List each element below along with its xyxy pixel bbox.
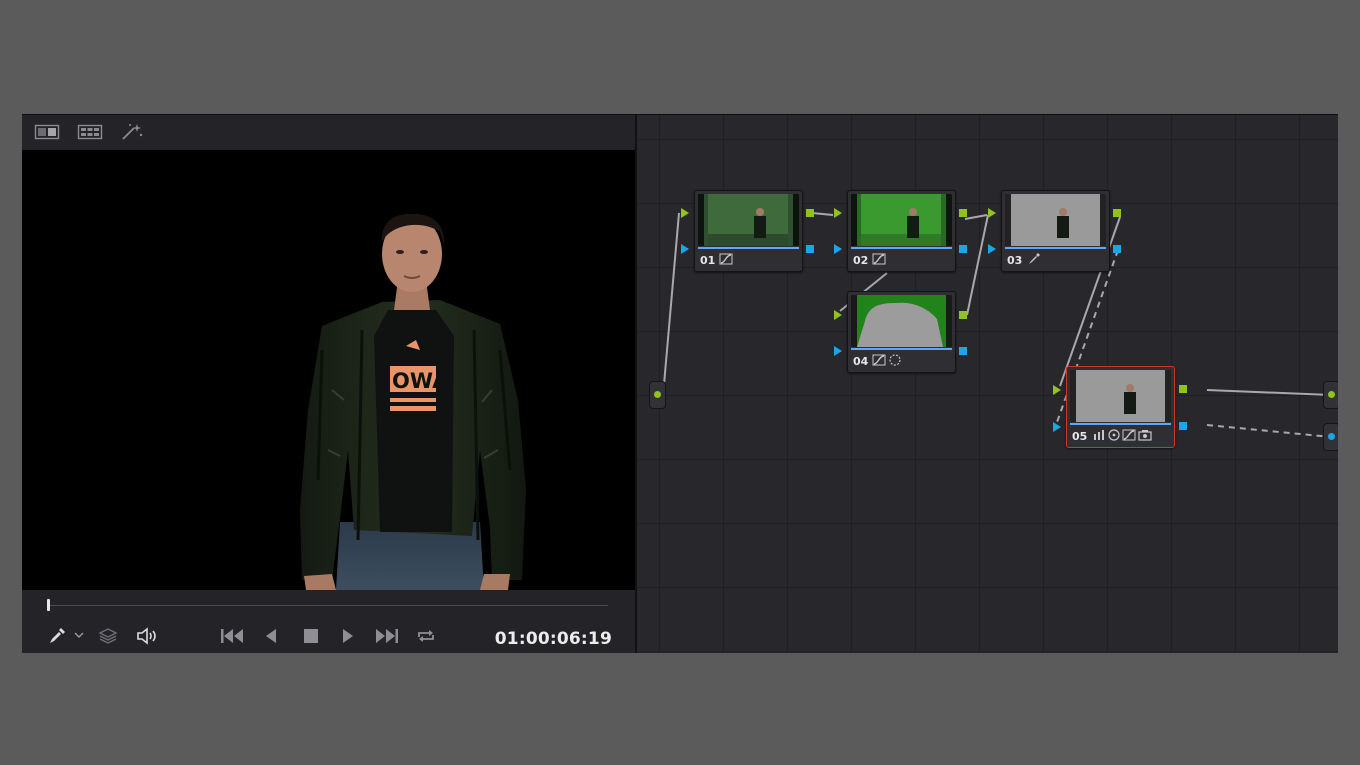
node-04[interactable]: 04 bbox=[847, 291, 956, 373]
node-label: 04 bbox=[853, 355, 869, 368]
curves-icon bbox=[872, 253, 886, 265]
rgb-output-node[interactable] bbox=[1323, 381, 1338, 409]
node-label: 03 bbox=[1007, 254, 1023, 267]
alpha-output-port[interactable] bbox=[1179, 422, 1187, 430]
curves-icon bbox=[1122, 429, 1136, 441]
playhead[interactable] bbox=[47, 599, 50, 611]
transport-controls: 01:00:06:19 bbox=[22, 617, 636, 653]
split-screen-icon[interactable] bbox=[34, 123, 60, 141]
alpha-output-port[interactable] bbox=[959, 347, 967, 355]
node-thumbnail bbox=[851, 295, 952, 347]
viewer-toolbar bbox=[22, 115, 636, 149]
alpha-input-port[interactable] bbox=[1053, 422, 1061, 432]
curves-icon bbox=[872, 354, 886, 366]
layers-icon[interactable] bbox=[98, 627, 118, 645]
node-05[interactable]: 05 bbox=[1066, 366, 1175, 448]
source-input-node[interactable] bbox=[649, 381, 666, 409]
alpha-output-port[interactable] bbox=[806, 245, 814, 253]
rgb-output-port[interactable] bbox=[959, 209, 967, 217]
chevron-down-icon[interactable] bbox=[74, 631, 84, 639]
eyedropper-icon bbox=[1029, 253, 1040, 264]
window-icon bbox=[889, 354, 901, 366]
skip-to-start-icon[interactable] bbox=[219, 627, 245, 645]
connection-line-dashed bbox=[1206, 424, 1332, 438]
rgb-input-port[interactable] bbox=[834, 310, 842, 320]
node-02[interactable]: 02 bbox=[847, 190, 956, 272]
node-03[interactable]: 03 bbox=[1001, 190, 1110, 272]
node-thumbnail bbox=[851, 194, 952, 246]
scrubber-track[interactable] bbox=[48, 605, 608, 606]
keyed-subject-image: OWA bbox=[300, 213, 526, 590]
svg-text:OWA: OWA bbox=[392, 369, 449, 393]
curves-icon bbox=[719, 253, 733, 265]
node-label: 05 bbox=[1072, 430, 1088, 443]
connection-line bbox=[966, 214, 989, 316]
skip-to-end-icon[interactable] bbox=[374, 627, 400, 645]
magic-wand-icon[interactable] bbox=[120, 123, 144, 141]
alpha-output-port[interactable] bbox=[959, 245, 967, 253]
node-progress-bar bbox=[698, 247, 799, 249]
timecode-display: 01:00:06:19 bbox=[494, 629, 612, 649]
alpha-output-port[interactable] bbox=[1113, 245, 1121, 253]
connection-line bbox=[1206, 389, 1332, 396]
viewer-panel: OWA 01:00:06:19 bbox=[22, 115, 636, 653]
resolve-color-page: OWA 01:00:06:19 01 02 03 04 05 bbox=[22, 114, 1338, 653]
node-progress-bar bbox=[851, 247, 952, 249]
node-graph-panel[interactable]: 01 02 03 04 05 bbox=[637, 115, 1338, 653]
alpha-output-node[interactable] bbox=[1323, 423, 1338, 451]
rgb-input-port[interactable] bbox=[988, 208, 996, 218]
node-progress-bar bbox=[1005, 247, 1106, 249]
node-thumbnail bbox=[1070, 370, 1171, 422]
viewer-image[interactable]: OWA bbox=[22, 150, 636, 590]
rgb-output-port[interactable] bbox=[806, 209, 814, 217]
stop-icon[interactable] bbox=[302, 627, 320, 645]
alpha-input-port[interactable] bbox=[834, 346, 842, 356]
speaker-icon[interactable] bbox=[136, 627, 158, 645]
connection-line bbox=[811, 212, 834, 216]
node-thumbnail bbox=[1005, 194, 1106, 246]
alpha-input-port[interactable] bbox=[834, 244, 842, 254]
node-progress-bar bbox=[1070, 423, 1171, 425]
rgb-output-port[interactable] bbox=[1113, 209, 1121, 217]
rgb-input-port[interactable] bbox=[681, 208, 689, 218]
node-label: 01 bbox=[700, 254, 716, 267]
rgb-output-port[interactable] bbox=[959, 311, 967, 319]
play-reverse-icon[interactable] bbox=[263, 627, 279, 645]
alpha-input-port[interactable] bbox=[988, 244, 996, 254]
rgb-input-port[interactable] bbox=[1053, 385, 1061, 395]
connection-line bbox=[964, 214, 988, 220]
node-thumbnail bbox=[698, 194, 799, 246]
rgb-input-port[interactable] bbox=[834, 208, 842, 218]
loop-icon[interactable] bbox=[415, 627, 437, 645]
timeline-scrubber[interactable] bbox=[22, 591, 636, 617]
eyedropper-icon[interactable] bbox=[48, 627, 66, 645]
alpha-output-dot[interactable] bbox=[1328, 433, 1335, 440]
rgb-output-dot[interactable] bbox=[1328, 391, 1335, 398]
histogram-icon bbox=[1094, 430, 1104, 440]
node-01[interactable]: 01 bbox=[694, 190, 803, 272]
play-icon[interactable] bbox=[340, 627, 356, 645]
alpha-input-port[interactable] bbox=[681, 244, 689, 254]
connection-line bbox=[662, 212, 680, 397]
node-progress-bar bbox=[851, 348, 952, 350]
gallery-grid-icon[interactable] bbox=[77, 123, 103, 141]
key-icon bbox=[1138, 430, 1152, 441]
rgb-output-port[interactable] bbox=[1179, 385, 1187, 393]
node-label: 02 bbox=[853, 254, 869, 267]
rgb-input-dot[interactable] bbox=[654, 391, 661, 398]
target-icon bbox=[1108, 429, 1120, 441]
